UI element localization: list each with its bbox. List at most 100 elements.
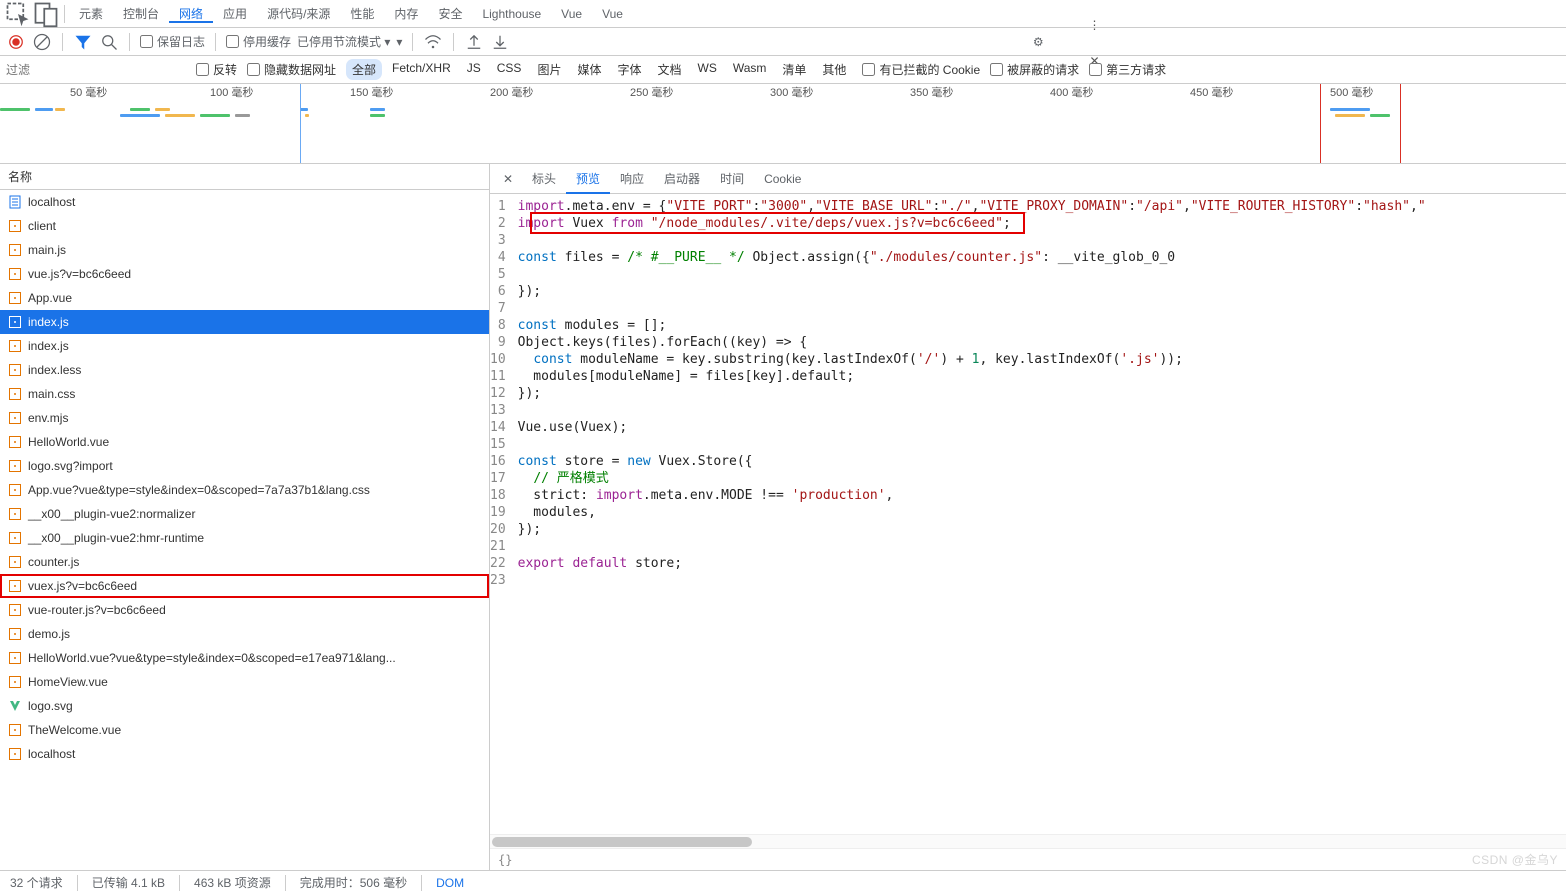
subtab-1[interactable]: 预览 <box>566 164 610 194</box>
chevron-down-icon: ▾ <box>384 35 390 49</box>
filter-chip[interactable]: 字体 <box>611 59 647 80</box>
chevron-down-icon[interactable]: ▾ <box>396 35 402 49</box>
subtab-4[interactable]: 时间 <box>710 164 754 194</box>
tab-vue[interactable]: Vue <box>551 7 592 21</box>
filter-chip[interactable]: 全部 <box>346 59 382 80</box>
request-row[interactable]: index.js <box>0 310 489 334</box>
subtab-2[interactable]: 响应 <box>610 164 654 194</box>
filter-chip[interactable]: 图片 <box>531 59 567 80</box>
tab-控制台[interactable]: 控制台 <box>113 7 169 21</box>
request-row[interactable]: vuex.js?v=bc6c6eed <box>0 574 489 598</box>
request-row[interactable]: HelloWorld.vue <box>0 430 489 454</box>
filter-chip[interactable]: 清单 <box>776 59 812 80</box>
filter-input[interactable] <box>6 63 186 77</box>
wifi-icon[interactable] <box>423 32 443 52</box>
blocked-cookies-toggle[interactable]: 有已拦截的 Cookie <box>862 61 980 78</box>
hide-data-urls-toggle[interactable]: 隐藏数据网址 <box>247 61 336 78</box>
braces-indicator[interactable]: {} <box>490 848 1566 870</box>
gear-icon[interactable]: ⚙ <box>1080 0 1108 3</box>
search-icon[interactable] <box>99 32 119 52</box>
gear-icon[interactable]: ⚙ <box>516 32 1560 52</box>
filter-chip[interactable]: 文档 <box>651 59 687 80</box>
tab-内存[interactable]: 内存 <box>384 7 428 21</box>
request-row[interactable]: main.js <box>0 238 489 262</box>
request-row[interactable]: HomeView.vue <box>0 670 489 694</box>
request-row[interactable]: logo.svg <box>0 694 489 718</box>
request-row[interactable]: App.vue <box>0 286 489 310</box>
filter-chip[interactable]: CSS <box>491 59 528 80</box>
third-party-toggle[interactable]: 第三方请求 <box>1089 61 1166 78</box>
inspect-icon[interactable] <box>4 0 32 28</box>
tab-应用[interactable]: 应用 <box>213 7 257 21</box>
tab-lighthouse[interactable]: Lighthouse <box>472 7 551 21</box>
upload-icon[interactable] <box>464 32 484 52</box>
tab-源代码/来源[interactable]: 源代码/来源 <box>257 7 340 21</box>
code-line <box>518 572 1566 589</box>
vue-icon <box>8 699 22 713</box>
timeline-tick: 450 毫秒 <box>1190 84 1233 100</box>
tab-网络[interactable]: 网络 <box>169 7 213 23</box>
invert-toggle[interactable]: 反转 <box>196 61 237 78</box>
tab-性能[interactable]: 性能 <box>340 7 384 21</box>
request-name: __x00__plugin-vue2:normalizer <box>28 507 195 521</box>
subtab-0[interactable]: 标头 <box>522 164 566 194</box>
subtab-3[interactable]: 启动器 <box>654 164 710 194</box>
request-list[interactable]: localhostclientmain.jsvue.js?v=bc6c6eedA… <box>0 190 489 870</box>
request-row[interactable]: counter.js <box>0 550 489 574</box>
record-icon[interactable] <box>6 32 26 52</box>
subtab-5[interactable]: Cookie <box>754 164 811 194</box>
filter-chip[interactable]: Wasm <box>727 59 773 80</box>
request-row[interactable]: index.less <box>0 358 489 382</box>
filter-chip[interactable]: Fetch/XHR <box>386 59 457 80</box>
request-name: vue-router.js?v=bc6c6eed <box>28 603 166 617</box>
request-row[interactable]: index.js <box>0 334 489 358</box>
request-row[interactable]: logo.svg?import <box>0 454 489 478</box>
request-row[interactable]: __x00__plugin-vue2:normalizer <box>0 502 489 526</box>
request-name: demo.js <box>28 627 70 641</box>
device-toggle-icon[interactable] <box>32 0 60 28</box>
code-viewer[interactable]: 1234567891011121314151617181920212223 im… <box>490 194 1566 834</box>
preserve-log-toggle[interactable]: 保留日志 <box>140 33 205 50</box>
code-line <box>518 300 1566 317</box>
request-row[interactable]: localhost <box>0 190 489 214</box>
timeline-tick: 250 毫秒 <box>630 84 673 100</box>
request-row[interactable]: localhost <box>0 742 489 766</box>
tab-元素[interactable]: 元素 <box>69 7 113 21</box>
throttling-select[interactable]: 已停用节流模式 ▾ <box>297 33 390 50</box>
request-row[interactable]: main.css <box>0 382 489 406</box>
request-row[interactable]: __x00__plugin-vue2:hmr-runtime <box>0 526 489 550</box>
filter-chip[interactable]: WS <box>692 59 723 80</box>
filter-chip[interactable]: 媒体 <box>571 59 607 80</box>
request-name: __x00__plugin-vue2:hmr-runtime <box>28 531 204 545</box>
close-panel-icon[interactable]: ✕ <box>498 172 518 186</box>
request-row[interactable]: HelloWorld.vue?vue&type=style&index=0&sc… <box>0 646 489 670</box>
column-header-name[interactable]: 名称 <box>0 164 489 190</box>
tab-vue[interactable]: Vue <box>592 7 633 21</box>
clear-icon[interactable] <box>32 32 52 52</box>
script-icon <box>8 219 22 233</box>
filter-icon[interactable] <box>73 32 93 52</box>
tab-安全[interactable]: 安全 <box>428 7 472 21</box>
filter-chip[interactable]: 其他 <box>816 59 852 80</box>
timeline-tick: 200 毫秒 <box>490 84 533 100</box>
download-icon[interactable] <box>490 32 510 52</box>
status-requests: 32 个请求 <box>10 874 63 891</box>
request-row[interactable]: App.vue?vue&type=style&index=0&scoped=7a… <box>0 478 489 502</box>
disable-cache-toggle[interactable]: 停用缓存 <box>226 33 291 50</box>
devtools-top-tabs: 元素控制台网络应用源代码/来源性能内存安全LighthouseVueVue ✕ … <box>0 0 1566 28</box>
divider <box>64 5 65 23</box>
blocked-requests-toggle[interactable]: 被屏蔽的请求 <box>990 61 1079 78</box>
request-row[interactable]: demo.js <box>0 622 489 646</box>
request-row[interactable]: TheWelcome.vue <box>0 718 489 742</box>
request-row[interactable]: client <box>0 214 489 238</box>
status-transferred: 已传输 4.1 kB <box>92 874 165 891</box>
request-row[interactable]: vue.js?v=bc6c6eed <box>0 262 489 286</box>
request-row[interactable]: vue-router.js?v=bc6c6eed <box>0 598 489 622</box>
request-name: TheWelcome.vue <box>28 723 121 737</box>
status-dom-link[interactable]: DOM <box>436 876 464 890</box>
request-row[interactable]: env.mjs <box>0 406 489 430</box>
code-line <box>518 538 1566 555</box>
network-timeline[interactable]: 50 毫秒100 毫秒150 毫秒200 毫秒250 毫秒300 毫秒350 毫… <box>0 84 1566 164</box>
horizontal-scrollbar[interactable] <box>490 834 1566 848</box>
filter-chip[interactable]: JS <box>461 59 487 80</box>
